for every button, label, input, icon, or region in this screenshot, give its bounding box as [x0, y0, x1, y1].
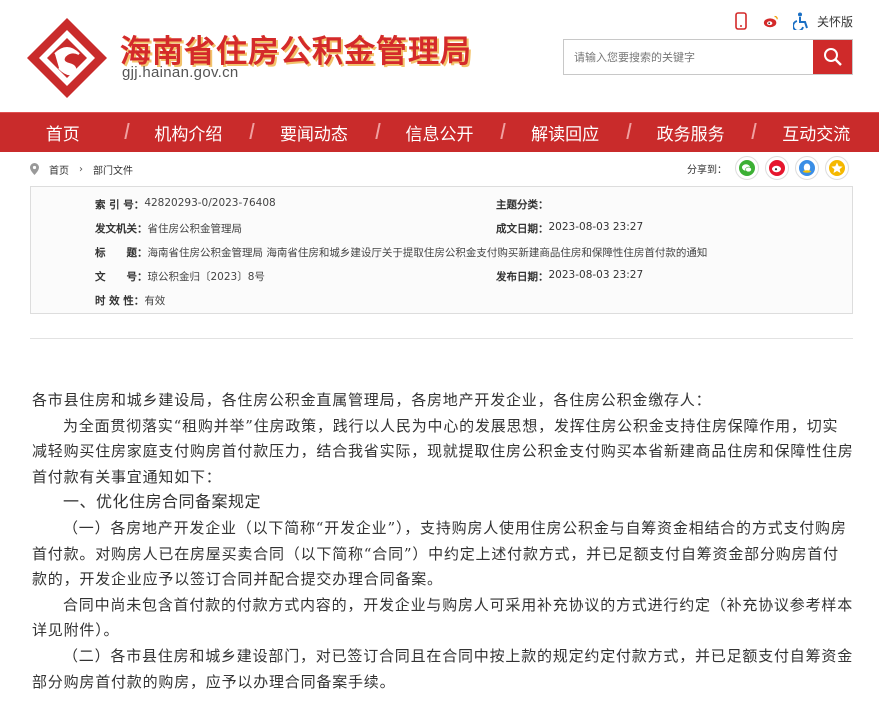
meta-index: 索 引 号： 42820293-0/2023-76408: [95, 197, 276, 211]
meta-date: 成文日期： 2023-08-03 23:27: [496, 221, 644, 235]
meta-publish-date: 发布日期： 2023-08-03 23:27: [496, 269, 644, 283]
care-mode-link[interactable]: 关怀版: [817, 13, 853, 30]
nav-item-home[interactable]: 首页: [0, 120, 126, 145]
breadcrumb: 首页 › 部门文件: [30, 158, 133, 180]
weibo-share-icon[interactable]: [765, 156, 789, 180]
wechat-icon[interactable]: [735, 156, 759, 180]
nav-item-news[interactable]: 要闻动态: [251, 120, 377, 145]
document-metadata: 索 引 号： 42820293-0/2023-76408 主题分类： 发文机关：…: [30, 186, 853, 314]
qq-icon[interactable]: [795, 156, 819, 180]
article-paragraph: （一）各房地产开发企业（以下简称“开发企业”），支持购房人使用住房公积金与自筹资…: [32, 518, 847, 589]
article-paragraph: （二）各市县住房和城乡建设部门，对已签订合同且在合同中按上款的规定约定付款方式，…: [32, 646, 854, 691]
accessibility-icon[interactable]: [792, 12, 809, 30]
nav-item-about[interactable]: 机构介绍: [126, 120, 252, 145]
weibo-icon[interactable]: [763, 12, 779, 30]
search-icon: [823, 48, 842, 66]
nav-item-interaction[interactable]: 互动交流: [753, 120, 879, 145]
meta-issuer: 发文机关： 省住房公积金管理局: [95, 223, 242, 235]
site-header: 海南省住房公积金管理局 gjj.hainan.gov.cn 关怀版: [0, 0, 879, 112]
top-tools: 关怀版: [733, 12, 853, 30]
meta-title: 标 题： 海南省住房公积金管理局 海南省住房和城乡建设厅关于提取住房公积金支付购…: [95, 247, 708, 259]
article-body: 各市县住房和城乡建设局，各住房公积金直属管理局，各房地产开发企业，各住房公积金缴…: [32, 388, 854, 695]
meta-topic: 主题分类：: [496, 199, 549, 211]
phone-icon[interactable]: [733, 12, 749, 30]
nav-item-interpretation[interactable]: 解读回应: [502, 120, 628, 145]
breadcrumb-home[interactable]: 首页: [49, 162, 69, 177]
meta-doc-number: 文 号： 琼公积金归〔2023〕8号: [95, 271, 265, 283]
search-button[interactable]: [813, 40, 852, 74]
site-url: gjj.hainan.gov.cn: [122, 64, 239, 81]
search-input[interactable]: [564, 40, 813, 74]
logo-icon[interactable]: [25, 16, 109, 100]
main-nav: 首页 机构介绍 要闻动态 信息公开 解读回应 政务服务 互动交流: [0, 112, 879, 152]
breadcrumb-separator: ›: [79, 163, 83, 175]
article-section-heading: 一、优化住房合同备案规定: [63, 494, 262, 512]
share-label: 分享到：: [687, 164, 727, 176]
nav-item-services[interactable]: 政务服务: [628, 120, 754, 145]
nav-item-disclosure[interactable]: 信息公开: [377, 120, 503, 145]
share-bar: 分享到：: [687, 156, 849, 180]
divider: [30, 338, 853, 339]
qzone-icon[interactable]: [825, 156, 849, 180]
search-box: [563, 39, 853, 75]
meta-validity: 时 效 性： 有效: [95, 295, 166, 307]
article-addressees: 各市县住房和城乡建设局，各住房公积金直属管理局，各房地产开发企业，各住房公积金缴…: [32, 391, 712, 409]
breadcrumb-current[interactable]: 部门文件: [93, 162, 133, 177]
location-pin-icon: [30, 163, 39, 175]
article-paragraph: 为全面贯彻落实“租购并举”住房政策，践行以人民为中心的发展思想，发挥住房公积金支…: [32, 416, 854, 486]
article-paragraph: 合同中尚未包含首付款的付款方式内容的，开发企业与购房人可采用补充协议的方式进行约…: [32, 595, 854, 640]
